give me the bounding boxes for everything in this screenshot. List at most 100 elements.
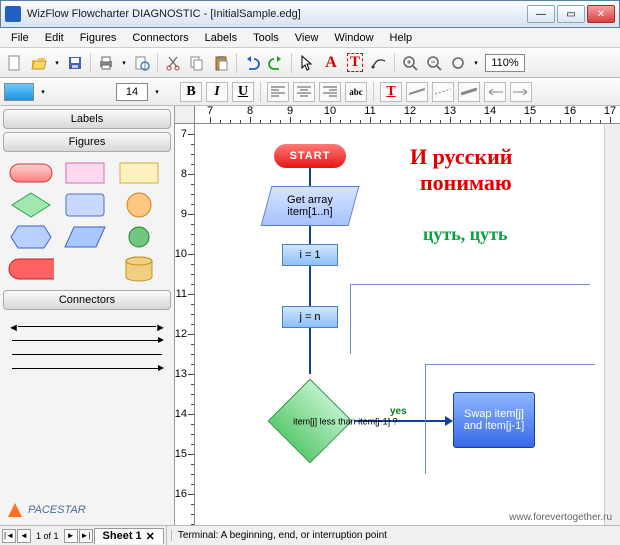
- figure-process2[interactable]: [116, 159, 162, 187]
- cut-button[interactable]: [162, 52, 184, 74]
- next-page-button[interactable]: ►: [64, 529, 78, 543]
- frame-line: [425, 364, 595, 365]
- toolbar-format: ▾ 14 ▾ B I U abc T: [0, 78, 620, 106]
- abc-button[interactable]: abc: [345, 82, 367, 102]
- menu-window[interactable]: Window: [327, 30, 380, 46]
- menu-edit[interactable]: Edit: [38, 30, 71, 46]
- figure-terminal[interactable]: [8, 159, 54, 187]
- print-preview-button[interactable]: [131, 52, 153, 74]
- font-color-button[interactable]: T: [380, 82, 402, 102]
- figure-display[interactable]: [8, 223, 54, 251]
- zoom-dropdown[interactable]: ▾: [471, 55, 481, 71]
- menu-figures[interactable]: Figures: [73, 30, 124, 46]
- main-area: Labels Figures Connectors ◄► 78910111213…: [0, 106, 620, 525]
- sheet-tab[interactable]: Sheet 1✕: [94, 528, 164, 544]
- connector-line[interactable]: [8, 347, 166, 361]
- figure-circle-orange[interactable]: [116, 191, 162, 219]
- font-size-dropdown[interactable]: ▾: [152, 84, 162, 100]
- align-center-button[interactable]: [293, 82, 315, 102]
- menu-bar: File Edit Figures Connectors Labels Tool…: [0, 28, 620, 48]
- node-i1[interactable]: i = 1: [282, 244, 338, 266]
- connector-tool[interactable]: [368, 52, 390, 74]
- undo-button[interactable]: [241, 52, 263, 74]
- menu-file[interactable]: File: [4, 30, 36, 46]
- zoom-out-button[interactable]: [423, 52, 445, 74]
- italic-button[interactable]: I: [206, 82, 228, 102]
- align-right-button[interactable]: [319, 82, 341, 102]
- sidebar: Labels Figures Connectors ◄►: [0, 106, 175, 525]
- print-button[interactable]: [95, 52, 117, 74]
- node-get-array[interactable]: Get array item[1..n]: [261, 186, 360, 226]
- text-tool-a[interactable]: A: [320, 52, 342, 74]
- connector: [309, 168, 311, 186]
- text-tool-t[interactable]: T: [344, 52, 366, 74]
- prev-page-button[interactable]: ◄: [17, 529, 31, 543]
- new-button[interactable]: [4, 52, 26, 74]
- page-indicator: 1 of 1: [32, 531, 63, 541]
- app-icon: [5, 6, 21, 22]
- connector: [309, 226, 311, 244]
- menu-tools[interactable]: Tools: [246, 30, 286, 46]
- sheet-navigation: |◄ ◄ 1 of 1 ► ►| Sheet 1✕: [0, 526, 167, 545]
- zoom-in-button[interactable]: [399, 52, 421, 74]
- connectors-panel-header[interactable]: Connectors: [3, 290, 171, 310]
- status-bar: |◄ ◄ 1 of 1 ► ►| Sheet 1✕ Terminal: A be…: [0, 525, 620, 545]
- node-swap[interactable]: Swap item[j] and item[j-1]: [453, 392, 535, 448]
- figure-io[interactable]: [62, 223, 108, 251]
- color-picker[interactable]: [4, 83, 34, 101]
- open-button[interactable]: [28, 52, 50, 74]
- node-start[interactable]: START: [274, 144, 346, 168]
- connector-arrow[interactable]: [8, 333, 166, 347]
- menu-connectors[interactable]: Connectors: [125, 30, 195, 46]
- color-dropdown[interactable]: ▾: [38, 84, 48, 100]
- labels-panel-header[interactable]: Labels: [3, 109, 171, 129]
- figure-database[interactable]: [116, 255, 162, 283]
- frame-line: [350, 284, 590, 285]
- menu-view[interactable]: View: [288, 30, 326, 46]
- node-decision[interactable]: item[j] less than item[j-1] ?: [278, 389, 342, 453]
- arrow-right-button[interactable]: [510, 82, 532, 102]
- figure-decision[interactable]: [8, 191, 54, 219]
- minimize-button[interactable]: —: [527, 5, 555, 23]
- close-tab-icon[interactable]: ✕: [146, 530, 155, 543]
- connector: [309, 266, 311, 306]
- font-size-input[interactable]: 14: [116, 83, 148, 101]
- close-button[interactable]: ✕: [587, 5, 615, 23]
- text-russian-3[interactable]: цуть, цуть: [423, 224, 507, 245]
- menu-help[interactable]: Help: [383, 30, 420, 46]
- figure-pill[interactable]: [8, 255, 54, 283]
- connector-both-arrow[interactable]: ◄►: [8, 319, 166, 333]
- connector: [309, 328, 311, 374]
- first-page-button[interactable]: |◄: [2, 529, 16, 543]
- line-style-3[interactable]: [458, 82, 480, 102]
- menu-labels[interactable]: Labels: [198, 30, 244, 46]
- open-dropdown[interactable]: ▾: [52, 55, 62, 71]
- align-left-button[interactable]: [267, 82, 289, 102]
- text-russian-1[interactable]: И русский: [410, 144, 512, 170]
- line-style-1[interactable]: [406, 82, 428, 102]
- zoom-fit-button[interactable]: [447, 52, 469, 74]
- figure-circle-green[interactable]: [116, 223, 162, 251]
- connectors-palette: ◄►: [0, 313, 174, 381]
- connector-arrow2[interactable]: [8, 361, 166, 375]
- flowchart-canvas[interactable]: yes START Get array item[1..n] i = 1 j =…: [195, 124, 604, 525]
- text-russian-2[interactable]: понимаю: [420, 170, 512, 196]
- save-button[interactable]: [64, 52, 86, 74]
- underline-button[interactable]: U: [232, 82, 254, 102]
- vertical-scrollbar[interactable]: [604, 124, 620, 525]
- node-jn[interactable]: j = n: [282, 306, 338, 328]
- print-dropdown[interactable]: ▾: [119, 55, 129, 71]
- figures-panel-header[interactable]: Figures: [3, 132, 171, 152]
- pointer-tool[interactable]: [296, 52, 318, 74]
- line-style-2[interactable]: [432, 82, 454, 102]
- maximize-button[interactable]: ▭: [557, 5, 585, 23]
- zoom-input[interactable]: 110%: [485, 54, 525, 72]
- figure-process[interactable]: [62, 159, 108, 187]
- arrow-left-button[interactable]: [484, 82, 506, 102]
- redo-button[interactable]: [265, 52, 287, 74]
- last-page-button[interactable]: ►|: [79, 529, 93, 543]
- bold-button[interactable]: B: [180, 82, 202, 102]
- copy-button[interactable]: [186, 52, 208, 74]
- paste-button[interactable]: [210, 52, 232, 74]
- figure-data[interactable]: [62, 191, 108, 219]
